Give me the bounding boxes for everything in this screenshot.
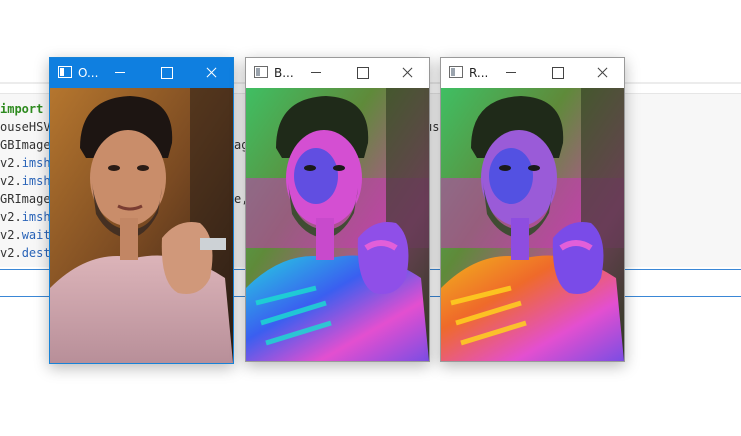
code-line-7: v2.imsh (0, 208, 51, 226)
code-line-5: v2.imsh (0, 172, 51, 190)
titlebar[interactable]: O... (50, 58, 233, 88)
code-text: GRImage (0, 192, 51, 206)
code-line-3: GBImage ag (0, 136, 248, 154)
hsv-rgb-photo (441, 88, 624, 361)
code-text: v2. (0, 174, 22, 188)
imshow-call: imsh (21, 210, 51, 224)
code-text: v2. (0, 228, 22, 242)
code-line-8: v2.wait (0, 226, 51, 244)
import-keyword: import (0, 102, 44, 116)
imshow-call: imsh (21, 156, 51, 170)
window-title: O... (78, 66, 99, 80)
window-title: R... (469, 66, 489, 80)
close-button[interactable] (579, 58, 624, 88)
maximize-button[interactable] (339, 58, 385, 88)
code-line-9: v2.dest (0, 244, 51, 262)
close-button[interactable] (188, 58, 233, 88)
minimize-button[interactable] (293, 58, 339, 88)
code-text: v2. (0, 210, 22, 224)
image-display (441, 88, 624, 361)
minimize-button[interactable] (97, 58, 143, 88)
minimize-button[interactable] (488, 58, 534, 88)
maximize-button[interactable] (143, 58, 189, 88)
hsv-bgr-photo (246, 88, 429, 361)
app-window-icon (254, 66, 268, 78)
window-title: B... (274, 66, 294, 80)
waitkey-call: wait (21, 228, 51, 242)
close-button[interactable] (384, 58, 429, 88)
code-text: v2. (0, 156, 22, 170)
app-window-icon (58, 66, 72, 78)
original-photo (50, 88, 233, 363)
titlebar[interactable]: B... (246, 58, 429, 88)
destroy-call: dest (21, 246, 51, 260)
image-display (246, 88, 429, 361)
titlebar[interactable]: R... (441, 58, 624, 88)
code-text: v2. (0, 246, 22, 260)
window-b[interactable]: B... (245, 57, 430, 362)
code-line-6: GRImage e, (0, 190, 248, 208)
image-display (50, 88, 233, 363)
code-line-4: v2.imsh (0, 154, 51, 172)
imshow-call: imsh (21, 174, 51, 188)
window-original[interactable]: O... (49, 57, 234, 364)
maximize-button[interactable] (534, 58, 580, 88)
window-r[interactable]: R... (440, 57, 625, 362)
app-window-icon (449, 66, 463, 78)
code-text: GBImage (0, 138, 51, 152)
desktop: import cv ouseHSVIr.us GBImageag v2.imsh… (0, 0, 741, 436)
